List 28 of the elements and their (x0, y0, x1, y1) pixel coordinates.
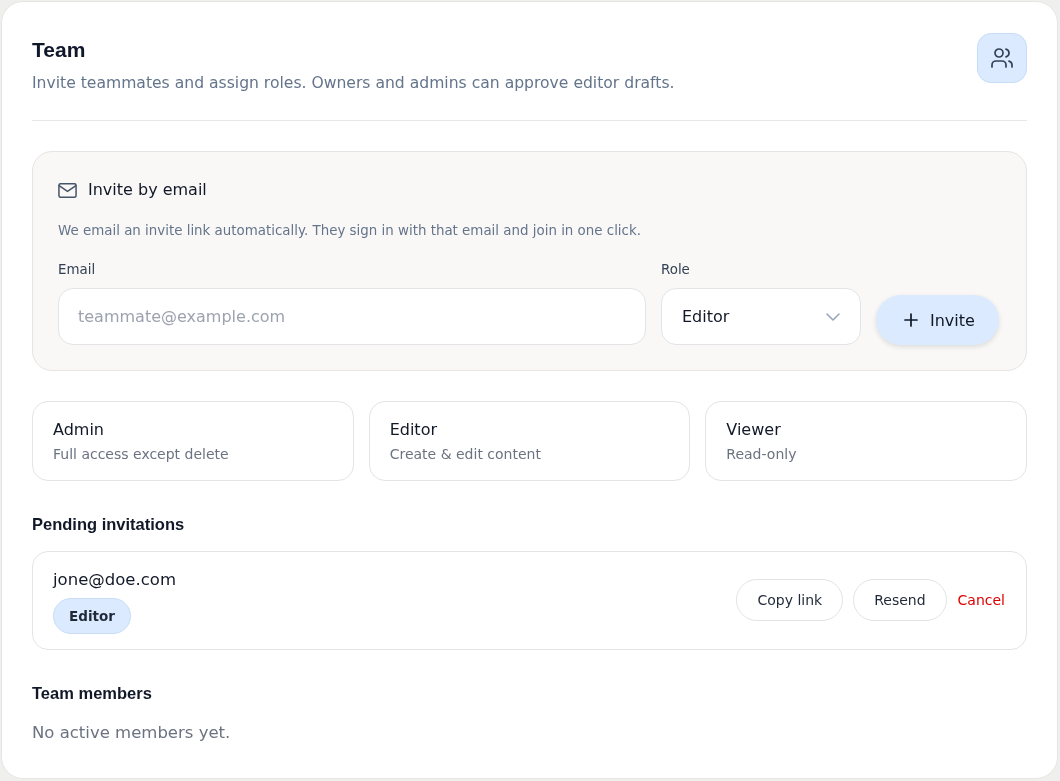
email-label: Email (58, 261, 97, 279)
role-badge: Editor (53, 598, 131, 634)
role-name: Viewer (726, 419, 782, 441)
section-title: Pending invitations (32, 514, 186, 534)
role-description: Full access except delete (53, 445, 230, 464)
role-description: Create & edit content (389, 445, 542, 464)
invite-description: We email an invite link automatically. They sign in with that email and join in one click. (58, 222, 642, 240)
action-button[interactable]: Resend (853, 579, 947, 621)
action-button[interactable]: Copy link (736, 579, 844, 621)
email-field[interactable]: teammate@example.com (58, 288, 646, 345)
role-name: Editor (389, 419, 438, 441)
role-name: Admin (53, 419, 105, 441)
role-description: Read-only (726, 445, 798, 464)
chevron-down-icon (826, 312, 840, 321)
invite-button[interactable]: Invite (876, 295, 999, 345)
users-icon (991, 48, 1013, 68)
page-title: Team (32, 37, 87, 63)
invite-title: Invite by email (88, 179, 207, 201)
mail-icon (58, 182, 77, 198)
role-select[interactable]: Editor (661, 288, 861, 345)
invitee-email: jone@doe.com (53, 569, 176, 591)
page-subtitle: Invite teammates and assign roles. Owners and admins can approve editor drafts. (32, 73, 675, 94)
empty-state-text: No active members yet. (32, 722, 232, 744)
plus-icon (904, 313, 918, 327)
cancel-link[interactable]: Cancel (956, 588, 1006, 612)
section-title: Team members (32, 683, 153, 703)
role-label: Role (661, 261, 691, 279)
team-button[interactable] (977, 33, 1027, 83)
